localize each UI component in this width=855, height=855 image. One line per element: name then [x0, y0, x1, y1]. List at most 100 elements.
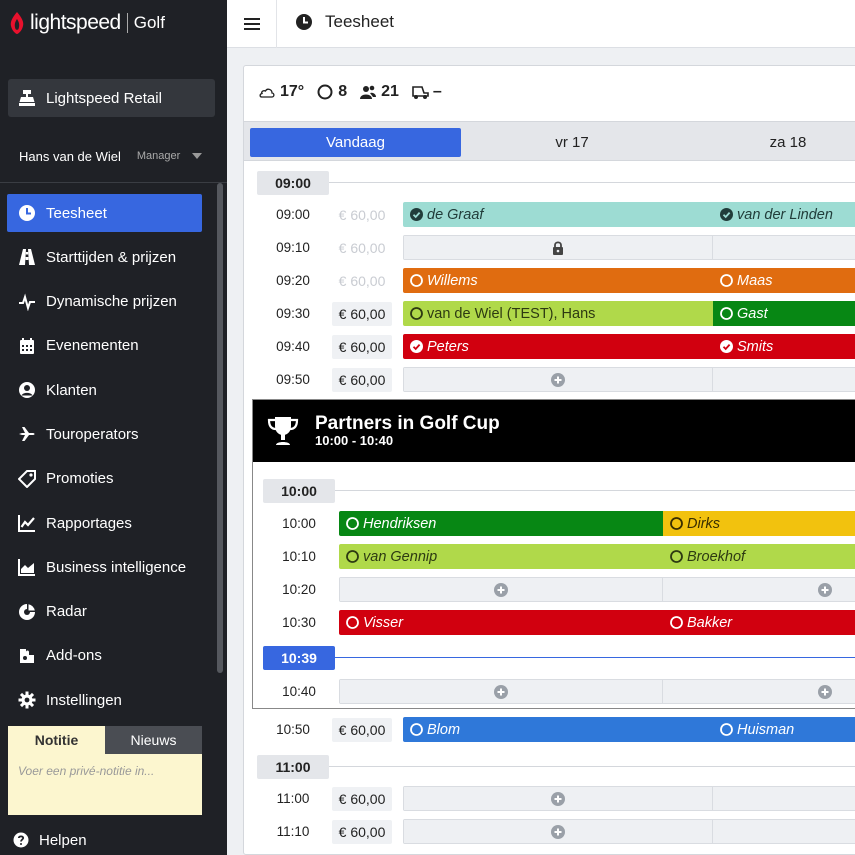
- check-circle-icon: [410, 340, 423, 353]
- plus-circle-icon: [494, 582, 508, 597]
- sidebar-item-label: Radar: [46, 603, 87, 621]
- add-booking-button[interactable]: [403, 819, 713, 844]
- tab-za-18[interactable]: za 18: [682, 128, 855, 157]
- add-booking-button[interactable]: [339, 577, 663, 602]
- tee-price: € 60,00: [338, 273, 386, 289]
- lightspeed-retail-button[interactable]: Lightspeed Retail: [8, 79, 215, 117]
- booking-broekhof[interactable]: Broekhof: [663, 544, 855, 569]
- user-menu[interactable]: Hans van de Wiel Manager: [19, 146, 209, 166]
- tee-time: 11:10: [276, 824, 310, 839]
- sidebar-item-rapportages[interactable]: Rapportages: [7, 504, 202, 542]
- sidebar-item-evenementen[interactable]: Evenementen: [7, 327, 202, 365]
- booking-row-0930: van de Wiel (TEST), Hans Gast: [403, 301, 855, 326]
- booking-row-1100: [403, 786, 855, 811]
- tee-price: € 60,00: [338, 240, 386, 256]
- section-header-0900: 09:00: [257, 171, 329, 195]
- note-input[interactable]: Voer een privé-notitie in...: [8, 754, 202, 788]
- booking-bakker[interactable]: Bakker: [663, 610, 855, 635]
- sidebar-scrollbar[interactable]: [217, 183, 223, 673]
- event-block: Partners in Golf Cup 10:00 - 10:40 10:00…: [252, 399, 855, 709]
- notes-panel: Notitie Nieuws Voer een privé-notitie in…: [8, 726, 202, 815]
- tee-price: € 60,00: [338, 207, 386, 223]
- sidebar-item-starttijden[interactable]: Starttijden & prijzen: [7, 238, 202, 276]
- teesheet-card: 17° 8 21 – Vandaag vr 17 za 18 09:00 09:…: [243, 65, 855, 855]
- sidebar-item-add-ons[interactable]: Add-ons: [7, 637, 202, 675]
- plus-circle-icon: [551, 372, 565, 387]
- circle-outline-icon: [720, 307, 733, 320]
- add-booking-button[interactable]: [663, 679, 855, 704]
- booking-dirks[interactable]: Dirks: [663, 511, 855, 536]
- sidebar-item-label: Add-ons: [46, 647, 102, 665]
- cash-register-icon: [19, 90, 35, 106]
- tab-vr-17[interactable]: vr 17: [466, 128, 678, 157]
- tee-time: 09:20: [276, 273, 310, 288]
- locked-slot: [713, 235, 855, 260]
- sidebar-item-teesheet[interactable]: Teesheet: [7, 194, 202, 232]
- booking-hendriksen[interactable]: Hendriksen: [339, 511, 663, 536]
- hamburger-icon: [243, 18, 260, 30]
- booking-name: Bakker: [687, 614, 733, 631]
- tab-nieuws[interactable]: Nieuws: [105, 726, 202, 754]
- add-booking-button[interactable]: [713, 367, 855, 392]
- sidebar-item-radar[interactable]: Radar: [7, 593, 202, 631]
- sidebar-item-business-intelligence[interactable]: Business intelligence: [7, 548, 202, 586]
- booking-de-graaf[interactable]: de Graaf: [403, 202, 713, 227]
- hamburger-menu-button[interactable]: [227, 0, 277, 48]
- booking-huisman[interactable]: Huisman: [713, 717, 855, 742]
- booking-visser[interactable]: Visser: [339, 610, 663, 635]
- sidebar-item-label: Touroperators: [46, 425, 139, 443]
- add-booking-button[interactable]: [713, 819, 855, 844]
- booking-blom[interactable]: Blom: [403, 717, 713, 742]
- page-title-text: Teesheet: [325, 12, 394, 31]
- tab-vandaag[interactable]: Vandaag: [250, 128, 461, 157]
- top-bar: Teesheet: [227, 0, 855, 48]
- booking-smits[interactable]: Smits: [713, 334, 855, 359]
- booking-van-de-wiel[interactable]: van de Wiel (TEST), Hans: [403, 301, 713, 326]
- sidebar-item-label: Starttijden & prijzen: [46, 248, 177, 266]
- players-summary: 21: [359, 83, 399, 101]
- day-summary: 17° 8 21 –: [258, 82, 454, 102]
- caret-down-icon: [192, 153, 203, 159]
- plus-circle-icon: [818, 684, 832, 699]
- sidebar-item-instellingen[interactable]: Instellingen: [7, 681, 202, 719]
- add-booking-button[interactable]: [339, 679, 663, 704]
- puzzle-icon: [20, 648, 34, 663]
- sidebar-item-label: Dynamische prijzen: [46, 293, 177, 311]
- plane-icon: [19, 427, 35, 442]
- retail-label: Lightspeed Retail: [46, 89, 162, 107]
- sidebar-item-klanten[interactable]: Klanten: [7, 371, 202, 409]
- help-label: Helpen: [39, 831, 87, 849]
- booking-van-gennip[interactable]: van Gennip: [339, 544, 663, 569]
- tee-time: 11:00: [276, 791, 310, 806]
- add-booking-button[interactable]: [403, 786, 713, 811]
- users-icon: [360, 85, 377, 99]
- lightspeed-golf-logo[interactable]: lightspeed Golf: [8, 8, 165, 38]
- circle-outline-icon: [670, 616, 683, 629]
- tee-price: € 60,00: [332, 335, 392, 359]
- help-button[interactable]: Helpen: [13, 830, 87, 850]
- booking-name: Broekhof: [687, 548, 746, 565]
- circle-outline-icon: [346, 517, 359, 530]
- radar-icon: [19, 603, 35, 620]
- booking-row-1050: Blom Huisman: [403, 717, 855, 742]
- current-time-line: [335, 657, 855, 658]
- booking-row-0920: Willems Maas: [403, 268, 855, 293]
- booking-van-der-linden[interactable]: van der Linden: [713, 202, 855, 227]
- locked-slot: [403, 235, 713, 260]
- booking-willems[interactable]: Willems: [403, 268, 713, 293]
- add-booking-button[interactable]: [713, 786, 855, 811]
- sidebar-item-promoties[interactable]: Promoties: [7, 460, 202, 498]
- add-booking-button[interactable]: [403, 367, 713, 392]
- add-booking-button[interactable]: [663, 577, 855, 602]
- road-icon: [19, 249, 35, 266]
- user-role: Manager: [136, 150, 181, 162]
- booking-gast[interactable]: Gast: [713, 301, 855, 326]
- slots-count: 8: [338, 83, 348, 100]
- tab-notitie[interactable]: Notitie: [8, 726, 105, 754]
- booking-name: Peters: [427, 338, 469, 355]
- sidebar-item-touroperators[interactable]: Touroperators: [7, 415, 202, 453]
- booking-maas[interactable]: Maas: [713, 268, 855, 293]
- booking-peters[interactable]: Peters: [403, 334, 713, 359]
- sidebar-item-dynamische-prijzen[interactable]: Dynamische prijzen: [7, 283, 202, 321]
- event-header[interactable]: Partners in Golf Cup 10:00 - 10:40: [253, 400, 855, 462]
